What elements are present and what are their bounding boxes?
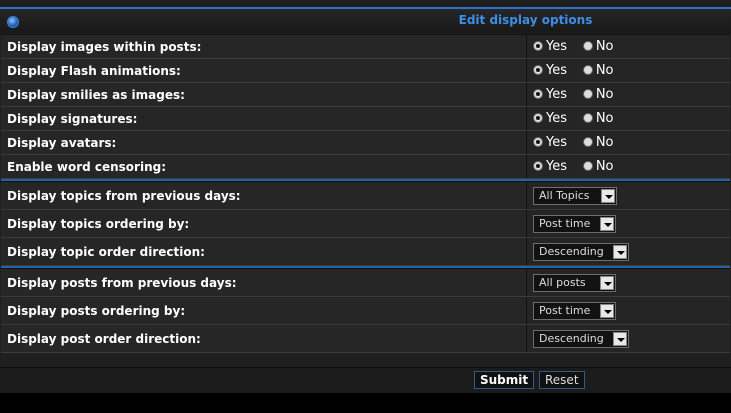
- select-value: Post time: [539, 303, 591, 317]
- radio-yes-label: Yes: [546, 135, 567, 150]
- radio-no-label: No: [595, 135, 614, 150]
- option-label: Display smilies as images:: [1, 82, 527, 107]
- select-value: Descending: [539, 331, 604, 345]
- option-label: Display posts from previous days:: [1, 268, 527, 297]
- radio-no-images[interactable]: [582, 41, 593, 51]
- topic-days-select[interactable]: All Topics: [533, 186, 617, 205]
- radio-yes-label: Yes: [546, 87, 567, 102]
- option-row-topic-days: Display topics from previous days: All T…: [1, 181, 730, 210]
- radio-no-label: No: [595, 63, 614, 78]
- radio-yes-label: Yes: [546, 39, 567, 54]
- radio-yes-smilies[interactable]: [533, 89, 543, 99]
- option-label: Display topic order direction:: [1, 237, 527, 266]
- chevron-down-icon[interactable]: [613, 244, 627, 259]
- topic-order-by-select[interactable]: Post time: [533, 214, 616, 233]
- radio-yes-censoring[interactable]: [533, 161, 543, 171]
- option-row-avatars: Display avatars: Yes No: [1, 130, 730, 155]
- option-row-post-order-by: Display posts ordering by: Post time: [1, 296, 730, 325]
- radio-no-censoring[interactable]: [582, 161, 593, 171]
- radio-yes-label: Yes: [546, 63, 567, 78]
- radio-yes-label: Yes: [546, 159, 567, 174]
- option-row-topic-direction: Display topic order direction: Descendin…: [1, 237, 730, 266]
- option-label: Enable word censoring:: [1, 154, 527, 179]
- radio-no-label: No: [595, 159, 614, 174]
- radio-yes-avatars[interactable]: [533, 137, 543, 147]
- option-label: Display images within posts:: [1, 34, 527, 59]
- radio-no-label: No: [595, 111, 614, 126]
- chevron-down-icon[interactable]: [601, 188, 615, 203]
- option-label: Display signatures:: [1, 106, 527, 131]
- option-label: Display avatars:: [1, 130, 527, 155]
- reset-button[interactable]: Reset: [539, 371, 585, 389]
- radio-yes-images[interactable]: [533, 41, 543, 51]
- option-row-post-direction: Display post order direction: Descending: [1, 324, 730, 353]
- radio-no-flash[interactable]: [582, 65, 593, 75]
- radio-yes-signatures[interactable]: [533, 113, 543, 123]
- option-label: Display topics ordering by:: [1, 209, 527, 238]
- option-label: Display post order direction:: [1, 324, 527, 353]
- radio-no-label: No: [595, 87, 614, 102]
- radio-no-avatars[interactable]: [582, 137, 593, 147]
- option-label: Display topics from previous days:: [1, 181, 527, 210]
- display-options-panel: Edit display options Display images with…: [0, 0, 731, 393]
- chevron-down-icon[interactable]: [600, 216, 614, 231]
- radio-no-smilies[interactable]: [582, 89, 593, 99]
- chevron-down-icon[interactable]: [600, 275, 614, 290]
- option-label: Display posts ordering by:: [1, 296, 527, 325]
- submit-button[interactable]: Submit: [474, 371, 535, 389]
- radio-no-label: No: [595, 39, 614, 54]
- radio-yes-label: Yes: [546, 111, 567, 126]
- select-value: Post time: [539, 216, 591, 230]
- option-row-smilies: Display smilies as images: Yes No: [1, 82, 730, 107]
- option-row-images: Display images within posts: Yes No: [1, 34, 730, 59]
- select-value: All Topics: [539, 188, 590, 202]
- panel-header: Edit display options: [0, 7, 731, 33]
- radio-no-signatures[interactable]: [582, 113, 593, 123]
- option-row-censoring: Enable word censoring: Yes No: [1, 154, 730, 179]
- post-direction-select[interactable]: Descending: [533, 329, 629, 348]
- option-row-post-days: Display posts from previous days: All po…: [1, 268, 730, 297]
- radio-yes-flash[interactable]: [533, 65, 543, 75]
- option-row-signatures: Display signatures: Yes No: [1, 106, 730, 131]
- select-value: All posts: [539, 275, 586, 289]
- topic-direction-select[interactable]: Descending: [533, 242, 629, 261]
- chevron-down-icon[interactable]: [613, 331, 627, 346]
- chevron-down-icon[interactable]: [600, 303, 614, 318]
- option-row-topic-order-by: Display topics ordering by: Post time: [1, 209, 730, 238]
- option-row-flash: Display Flash animations: Yes No: [1, 58, 730, 83]
- panel-title: Edit display options: [458, 13, 593, 27]
- select-value: Descending: [539, 244, 604, 258]
- options-table: Display images within posts: Yes No Disp…: [1, 34, 730, 353]
- option-label: Display Flash animations:: [1, 58, 527, 83]
- form-footer: Submit Reset: [0, 367, 731, 393]
- post-order-by-select[interactable]: Post time: [533, 301, 616, 320]
- post-days-select[interactable]: All posts: [533, 273, 616, 292]
